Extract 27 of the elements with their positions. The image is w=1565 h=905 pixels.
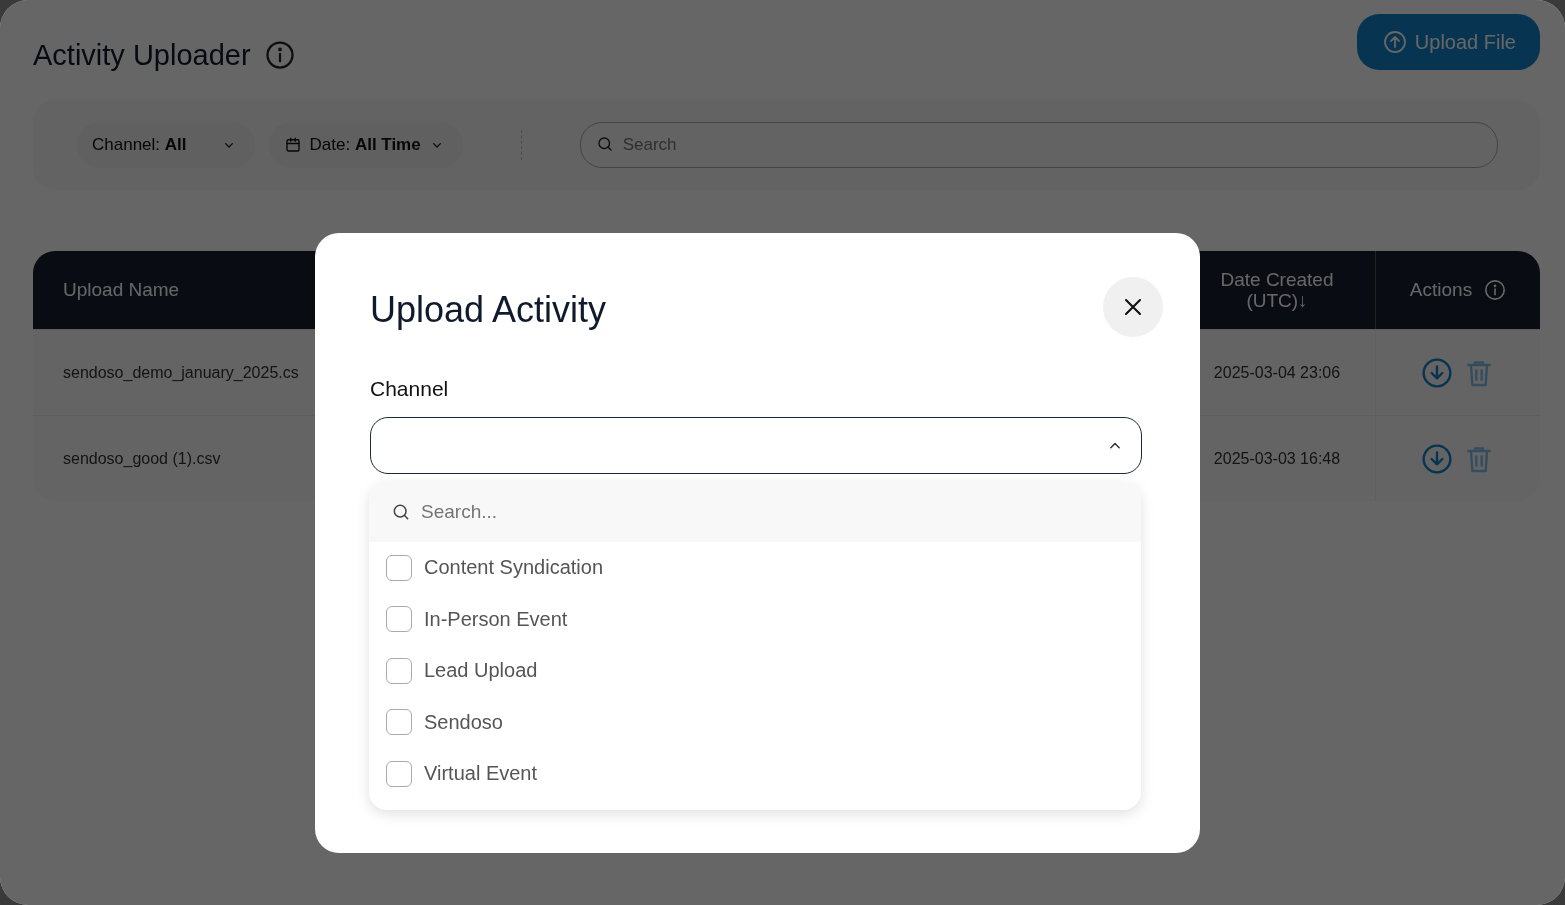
dialog-title: Upload Activity [370, 289, 607, 331]
checkbox[interactable] [386, 760, 412, 787]
option-label[interactable]: In-Person Event [424, 607, 568, 631]
info-icon[interactable] [264, 40, 295, 70]
checkbox[interactable] [386, 554, 412, 581]
channel-select[interactable] [370, 417, 1142, 474]
checkbox[interactable] [386, 657, 412, 684]
table-cell: 2025-03-03 16:48 [1213, 449, 1341, 468]
option-label[interactable]: Virtual Event [424, 762, 538, 786]
option-label[interactable]: Content Syndication [424, 556, 603, 580]
download-icon[interactable] [1421, 442, 1453, 475]
table-cell: sendoso_good (1).csv [63, 449, 221, 468]
column-header: Upload Name [33, 251, 315, 329]
dropdown-search-field[interactable]: Search... [369, 482, 1141, 542]
upload-icon [1382, 30, 1407, 54]
download-icon[interactable] [1421, 356, 1453, 389]
option-label[interactable]: Lead Upload [424, 659, 538, 683]
table-cell: 2025-03-04 23:06 [1213, 363, 1341, 382]
option-label[interactable]: Sendoso [424, 710, 503, 734]
field-label: Channel [370, 377, 450, 401]
table-cell: sendoso_demo_january_2025.cs [63, 363, 299, 382]
checkbox[interactable] [386, 709, 412, 736]
checkbox[interactable] [386, 606, 412, 633]
search-icon [595, 135, 614, 153]
column-header: Actions [1409, 279, 1473, 301]
page-title: Activity Uploader [33, 38, 251, 72]
calendar-icon [283, 136, 302, 154]
